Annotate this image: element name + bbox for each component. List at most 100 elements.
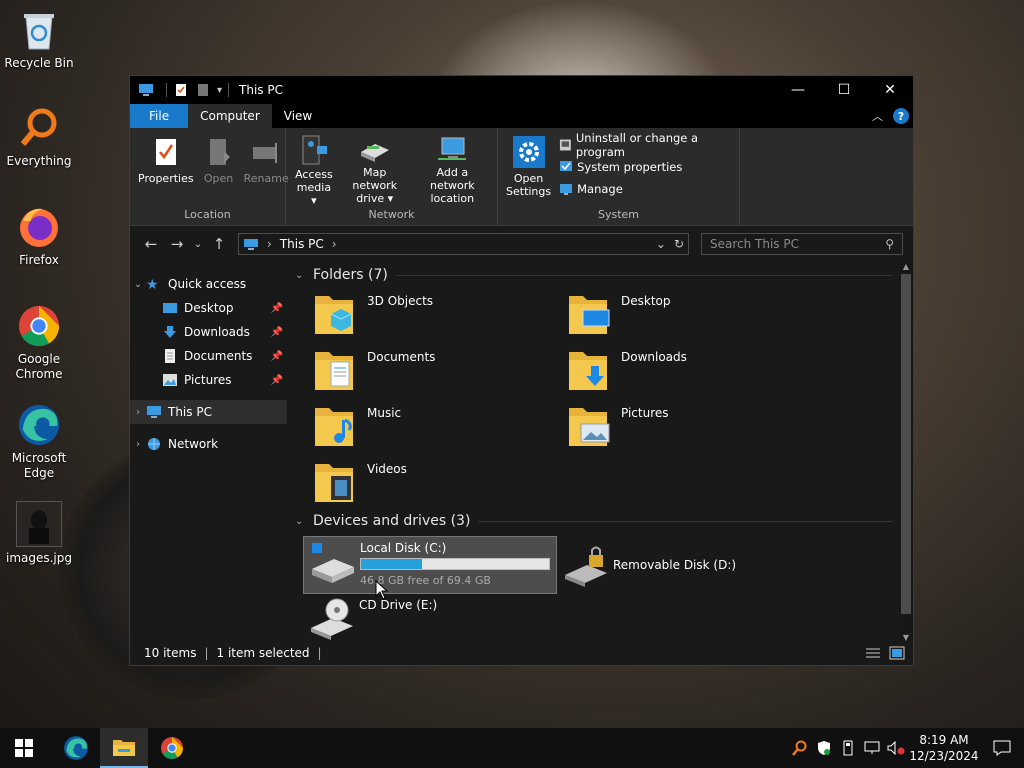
details-view-icon[interactable] <box>865 646 881 660</box>
address-dropdown-icon[interactable]: ⌄ <box>656 237 666 251</box>
collapse-ribbon-icon[interactable]: ︿ <box>872 108 883 124</box>
access-media-button[interactable]: Access media ▾ <box>290 132 338 207</box>
uninstall-program-button[interactable]: Uninstall or change a program <box>559 131 735 159</box>
pin-icon[interactable]: 📌 <box>271 327 283 338</box>
collapse-chevron-icon[interactable]: ⌄ <box>295 270 309 281</box>
rename-label: Rename <box>243 172 289 185</box>
folder-pictures[interactable]: Pictures <box>567 400 821 456</box>
breadcrumb-this-pc[interactable]: This PC <box>280 237 324 251</box>
expand-chevron-icon[interactable]: ⌄ <box>130 279 146 290</box>
new-folder-quick-icon[interactable] <box>195 83 211 97</box>
nav-item-quick-access[interactable]: ⌄ ★ Quick access <box>130 272 287 296</box>
edge-icon <box>64 736 88 760</box>
refresh-icon[interactable]: ↻ <box>674 237 684 251</box>
rename-icon <box>249 134 283 170</box>
drive-label: Removable Disk (D:) <box>613 558 737 572</box>
manage-icon <box>560 184 573 195</box>
desktop-icon-everything[interactable]: Everything <box>2 106 76 169</box>
ribbon-group-label: System <box>597 208 640 221</box>
rename-button[interactable]: Rename <box>240 132 293 207</box>
breadcrumb-chevron-icon[interactable]: › <box>332 237 337 251</box>
everything-tray-icon[interactable] <box>788 728 812 768</box>
help-icon[interactable]: ? <box>893 108 909 124</box>
desktop-icon-images-jpg[interactable]: images.jpg <box>2 501 76 566</box>
manage-button[interactable]: Manage <box>559 180 735 198</box>
back-button[interactable]: ← <box>138 235 164 253</box>
close-button[interactable]: ✕ <box>867 76 913 104</box>
search-icon[interactable]: ⚲ <box>885 237 894 251</box>
action-center-button[interactable] <box>980 740 1024 756</box>
collapse-chevron-icon[interactable]: ⌄ <box>295 516 309 527</box>
taskbar-clock[interactable]: 8:19 AM 12/23/2024 <box>908 732 980 764</box>
customize-toolbar-icon[interactable]: ▾ <box>217 85 222 96</box>
expand-chevron-icon[interactable]: › <box>130 439 146 450</box>
image-thumbnail-icon <box>16 501 62 547</box>
divider <box>478 520 893 522</box>
nav-item-this-pc[interactable]: › This PC <box>130 400 287 424</box>
nav-item-documents[interactable]: Documents 📌 <box>130 344 287 368</box>
folders-group-header[interactable]: ⌄ Folders (7) <box>295 262 913 288</box>
desktop-icon-recycle-bin[interactable]: Recycle Bin <box>2 8 76 71</box>
security-shield-icon[interactable] <box>812 728 836 768</box>
add-network-location-icon <box>435 134 469 164</box>
add-location-label: Add a network <box>429 166 475 192</box>
folder-music[interactable]: Music <box>313 400 567 456</box>
minimize-button[interactable]: — <box>775 76 821 104</box>
nav-item-downloads[interactable]: Downloads 📌 <box>130 320 287 344</box>
expand-chevron-icon[interactable]: › <box>130 407 146 418</box>
folder-3d-objects[interactable]: 3D Objects <box>313 288 567 344</box>
folder-desktop[interactable]: Desktop <box>567 288 821 344</box>
properties-button[interactable]: Properties <box>134 132 198 207</box>
large-icons-view-icon[interactable] <box>889 646 905 660</box>
access-media-label: Access <box>295 168 333 181</box>
forward-button[interactable]: → <box>164 235 190 253</box>
pin-icon[interactable]: 📌 <box>271 375 283 386</box>
documents-folder-icon <box>315 352 353 390</box>
map-network-drive-button[interactable]: Map network drive ▾ <box>338 132 412 207</box>
system-properties-button[interactable]: System properties <box>559 158 735 176</box>
pin-icon[interactable]: 📌 <box>271 303 283 314</box>
start-button[interactable] <box>0 728 48 768</box>
up-button[interactable]: ↑ <box>206 235 232 253</box>
taskbar-chrome[interactable] <box>148 728 196 768</box>
desktop-icon-label: images.jpg <box>5 551 72 565</box>
tab-file[interactable]: File <box>130 104 189 128</box>
desktop-icon-google-chrome[interactable]: Google Chrome <box>2 304 76 382</box>
drive-removable-disk-d[interactable]: Removable Disk (D:) <box>557 536 811 594</box>
network-icon[interactable] <box>860 728 884 768</box>
tab-view[interactable]: View <box>272 104 324 128</box>
pin-icon[interactable]: 📌 <box>271 351 283 362</box>
folder-videos[interactable]: Videos <box>313 456 567 512</box>
vertical-scrollbar[interactable]: ▲ ▼ <box>899 262 913 642</box>
title-bar[interactable]: ▾ This PC — ☐ ✕ <box>130 76 913 104</box>
desktop-folder-icon <box>569 296 610 334</box>
open-settings-button[interactable]: Open Settings <box>502 132 555 207</box>
nav-label: Downloads <box>184 325 250 339</box>
nav-item-pictures[interactable]: Pictures 📌 <box>130 368 287 392</box>
tab-computer[interactable]: Computer <box>188 104 272 128</box>
taskbar-file-explorer[interactable] <box>100 728 148 768</box>
nav-item-desktop[interactable]: Desktop 📌 <box>130 296 287 320</box>
folder-label: Videos <box>367 462 407 476</box>
maximize-button[interactable]: ☐ <box>821 76 867 104</box>
uninstall-label: Uninstall or change a program <box>575 131 699 159</box>
properties-quick-icon[interactable] <box>173 83 189 97</box>
add-network-location-button[interactable]: Add a network location <box>412 132 493 207</box>
usb-device-icon[interactable] <box>836 728 860 768</box>
folder-documents[interactable]: Documents <box>313 344 567 400</box>
drive-local-disk-c[interactable]: Local Disk (C:) 46.8 GB free of 69.4 GB <box>303 536 557 594</box>
desktop-icon-firefox[interactable]: Firefox <box>2 205 76 268</box>
address-bar[interactable]: › This PC › ⌄ ↻ <box>238 233 689 255</box>
search-box[interactable]: ⚲ <box>701 233 903 255</box>
scroll-up-icon[interactable]: ▲ <box>899 262 913 271</box>
open-button[interactable]: Open <box>198 132 240 207</box>
scrollbar-thumb[interactable] <box>901 274 911 614</box>
status-separator: | <box>204 646 209 660</box>
folder-downloads[interactable]: Downloads <box>567 344 821 400</box>
taskbar-edge[interactable] <box>52 728 100 768</box>
nav-item-network[interactable]: › Network <box>130 432 287 456</box>
volume-muted-icon[interactable] <box>884 728 908 768</box>
recent-locations-button[interactable]: ⌄ <box>190 239 206 250</box>
desktop-icon-microsoft-edge[interactable]: Microsoft Edge <box>2 403 76 481</box>
search-input[interactable] <box>710 237 886 251</box>
